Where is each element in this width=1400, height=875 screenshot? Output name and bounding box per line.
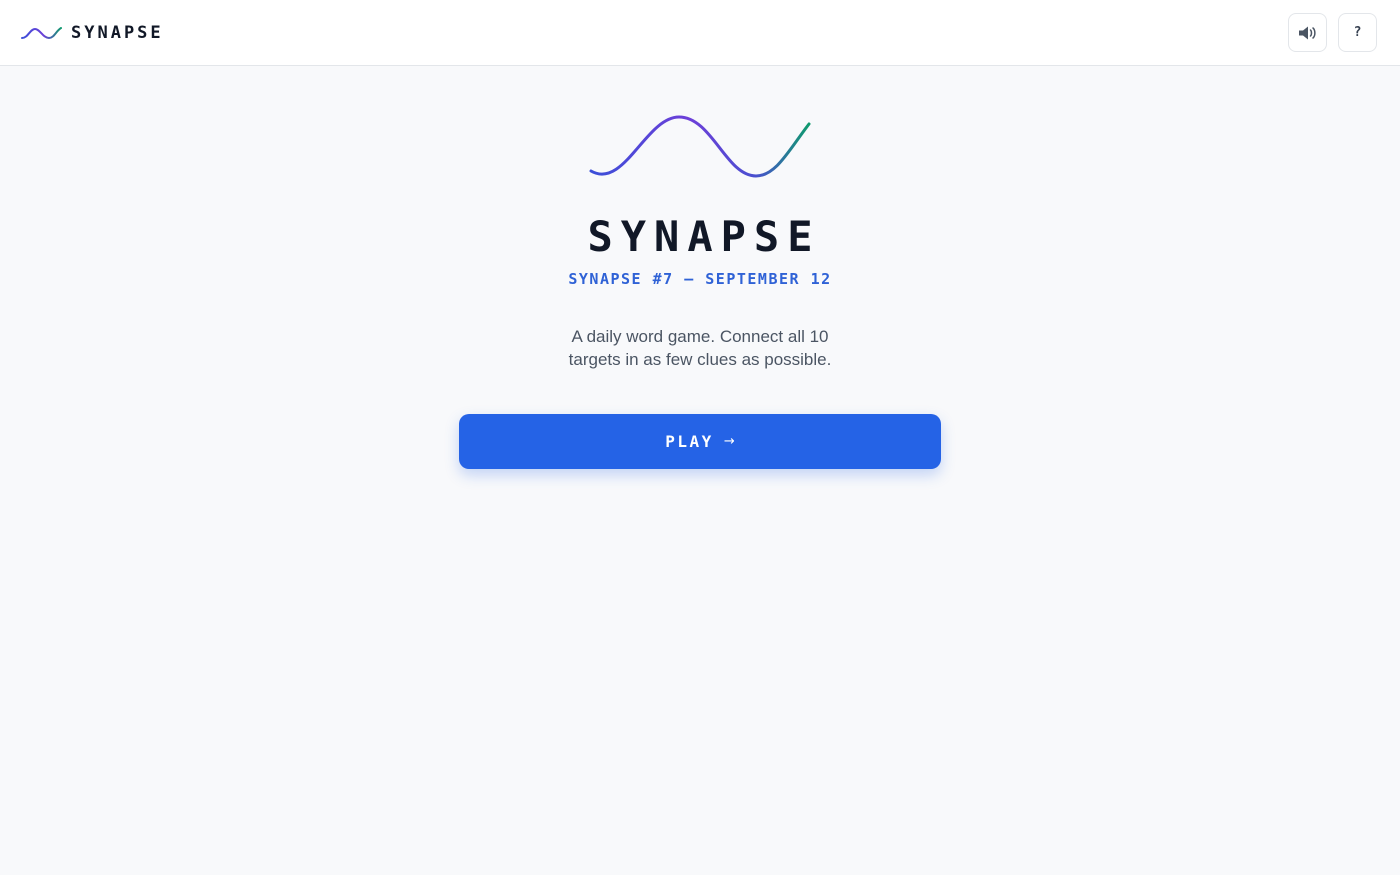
puzzle-subtitle: SYNAPSE #7 — SEPTEMBER 12 — [568, 270, 832, 288]
speaker-volume-icon — [1298, 26, 1316, 39]
brand-name: SYNAPSE — [71, 23, 164, 43]
game-title: SYNAPSE — [587, 212, 821, 261]
game-description: A daily word game. Connect all 10 target… — [568, 327, 832, 369]
top-bar: SYNAPSE ? — [0, 0, 1400, 66]
play-label: PLAY — [665, 432, 714, 451]
wave-logo-icon — [21, 27, 62, 40]
arrow-right-icon: → — [723, 434, 735, 449]
play-button[interactable]: PLAY → — [459, 414, 941, 469]
brand[interactable]: SYNAPSE — [21, 20, 164, 46]
help-button[interactable]: ? — [1338, 13, 1377, 52]
question-mark-icon: ? — [1353, 25, 1362, 40]
wave-logo-icon — [589, 115, 811, 178]
sound-button[interactable] — [1288, 13, 1327, 52]
